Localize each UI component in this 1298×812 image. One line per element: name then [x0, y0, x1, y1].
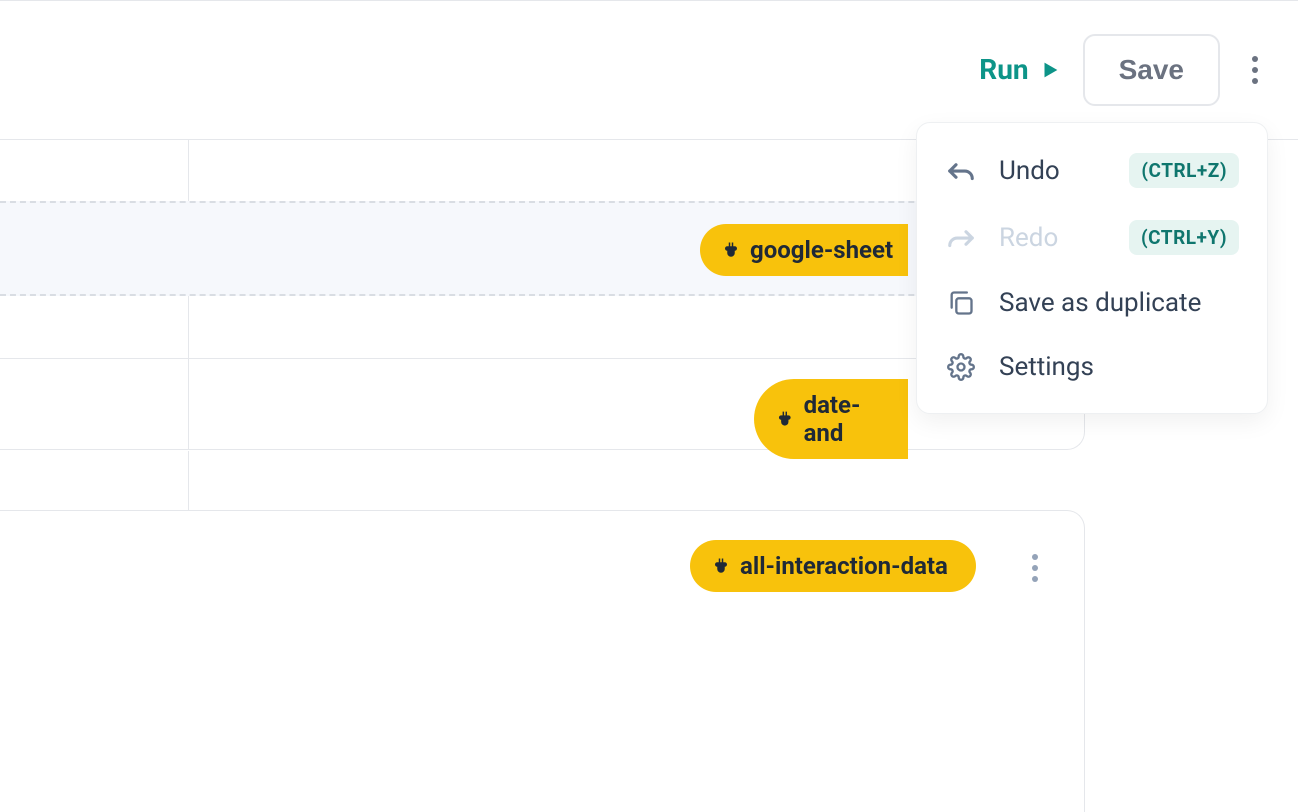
undo-icon	[945, 155, 977, 187]
more-menu-dropdown: Undo (CTRL+Z) Redo (CTRL+Y) Save as dupl…	[916, 122, 1268, 414]
menu-item-save-duplicate[interactable]: Save as duplicate	[917, 271, 1267, 335]
node-label: date-and	[804, 391, 898, 447]
toolbar: Run Save	[0, 0, 1298, 140]
plug-icon	[776, 408, 794, 430]
node-more-button[interactable]	[1022, 544, 1048, 592]
node-label: all-interaction-data	[740, 552, 948, 580]
menu-label: Undo	[999, 156, 1107, 186]
group-connector	[188, 451, 189, 511]
node-date-and[interactable]: date-and	[754, 379, 908, 459]
more-menu-button[interactable]	[1242, 46, 1268, 94]
plug-icon	[712, 555, 730, 577]
plug-icon	[722, 239, 740, 261]
redo-icon	[945, 222, 977, 254]
gear-icon	[945, 351, 977, 383]
shortcut-badge: (CTRL+Z)	[1129, 153, 1239, 188]
node-google-sheet[interactable]: google-sheet	[700, 224, 908, 276]
play-icon	[1039, 59, 1061, 81]
shortcut-badge: (CTRL+Y)	[1129, 220, 1239, 255]
menu-label: Redo	[999, 223, 1107, 253]
menu-label: Save as duplicate	[999, 288, 1239, 318]
menu-label: Settings	[999, 352, 1239, 382]
menu-item-settings[interactable]: Settings	[917, 335, 1267, 399]
menu-item-redo: Redo (CTRL+Y)	[917, 204, 1267, 271]
run-button[interactable]: Run	[979, 53, 1060, 86]
save-button[interactable]: Save	[1083, 34, 1220, 106]
copy-icon	[945, 287, 977, 319]
node-all-interaction-data[interactable]: all-interaction-data	[690, 540, 976, 592]
menu-item-undo[interactable]: Undo (CTRL+Z)	[917, 137, 1267, 204]
node-label: google-sheet	[750, 236, 893, 264]
run-label: Run	[979, 53, 1028, 86]
